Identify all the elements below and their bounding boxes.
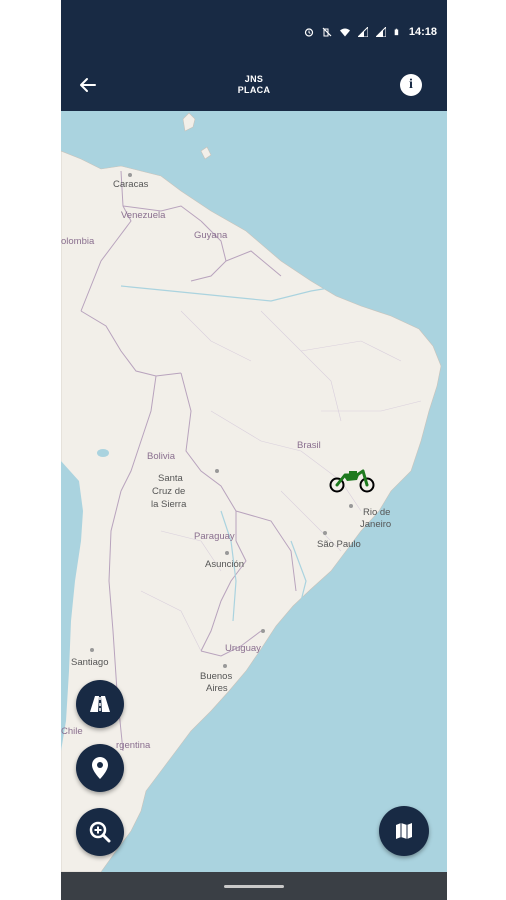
zoom-in-icon [89, 821, 111, 843]
label-argentina: rgentina [116, 740, 151, 751]
system-nav-bar [61, 872, 447, 900]
label-sao-paulo: São Paulo [317, 539, 361, 550]
label-santa-cruz-2: Cruz de [152, 486, 185, 497]
home-handle[interactable] [224, 885, 284, 888]
app-screen: 14:18 JNS PLACA i Caracas Venezuela olom… [61, 0, 447, 900]
zoom-button[interactable] [76, 808, 124, 856]
label-paraguay: Paraguay [194, 531, 235, 542]
label-rio-1: Rio de [363, 507, 390, 518]
info-icon: i [409, 77, 413, 92]
label-santa-cruz-3: la Sierra [151, 499, 187, 510]
label-asuncion: Asunción [205, 559, 244, 570]
title-line-1: JNS [244, 74, 264, 84]
road-icon [90, 696, 110, 712]
battery-icon [394, 28, 399, 36]
label-venezuela: Venezuela [121, 210, 166, 221]
label-chile: Chile [61, 726, 83, 737]
signal-icon [357, 27, 368, 37]
status-time: 14:18 [408, 26, 437, 38]
label-brasil: Brasil [297, 440, 321, 451]
location-pin-icon [92, 757, 108, 779]
wifi-icon [339, 28, 350, 37]
label-bolivia: Bolivia [147, 451, 176, 462]
alarm-icon [304, 28, 313, 37]
map-layers-button[interactable] [379, 806, 429, 856]
label-santa-cruz-1: Santa [158, 473, 184, 484]
label-rio-2: Janeiro [360, 519, 391, 530]
title-line-2: PLACA [237, 85, 271, 95]
route-button[interactable] [76, 680, 124, 728]
label-guyana: Guyana [194, 230, 228, 241]
label-colombia: olombia [61, 236, 95, 247]
app-header: 14:18 JNS PLACA i [61, 0, 447, 111]
vibrate-off-icon [322, 27, 332, 37]
label-buenos-aires-2: Aires [206, 683, 228, 694]
location-button[interactable] [76, 744, 124, 792]
page-title: JNS PLACA [61, 74, 447, 96]
label-buenos-aires-1: Buenos [200, 671, 232, 682]
label-uruguay: Uruguay [225, 643, 261, 654]
info-button[interactable]: i [400, 74, 422, 96]
status-bar: 14:18 [304, 26, 437, 38]
signal-icon-2 [375, 27, 386, 37]
label-santiago: Santiago [71, 657, 109, 668]
map-icon [396, 823, 412, 839]
lake [97, 449, 109, 457]
label-caracas: Caracas [113, 179, 149, 190]
